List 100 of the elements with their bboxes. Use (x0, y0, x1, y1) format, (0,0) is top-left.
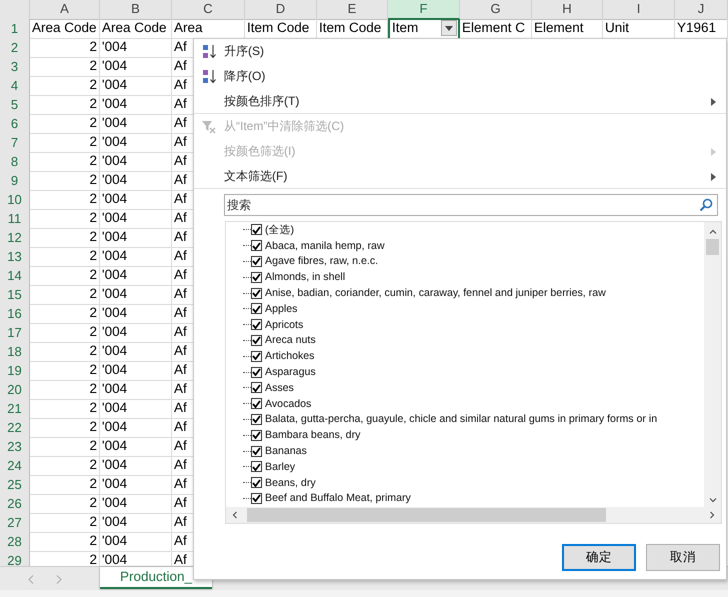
list-item[interactable]: Beef and Buffalo Meat, primary (243, 490, 704, 506)
row-header[interactable]: 10 (0, 190, 30, 210)
scroll-down-icon[interactable] (708, 498, 716, 503)
list-item[interactable]: (全选) (243, 222, 704, 238)
ok-button[interactable]: 确定 (562, 544, 636, 571)
sort-descending-icon (200, 68, 218, 84)
list-item[interactable]: Balata, gutta-percha, guayule, chicle and similar natural gums in primary forms or in (243, 412, 704, 428)
row-header[interactable]: 26 (0, 494, 30, 514)
checkbox[interactable] (251, 492, 262, 504)
checkbox[interactable] (251, 334, 262, 346)
list-item[interactable]: Bambara beans, dry (243, 427, 704, 444)
table-cell-text: Af (174, 57, 187, 75)
scroll-left-icon[interactable] (232, 511, 237, 519)
table-cell-text: 2 (89, 95, 97, 113)
row-header[interactable]: 21 (0, 399, 30, 419)
list-item[interactable]: Asses (243, 380, 704, 396)
table-cell-text: Af (174, 361, 187, 379)
column-header[interactable]: C (172, 0, 245, 20)
row-header[interactable]: 17 (0, 323, 30, 343)
checkbox[interactable] (251, 382, 262, 394)
row-header[interactable]: 20 (0, 380, 30, 400)
scroll-right-icon[interactable] (710, 511, 715, 519)
checkbox[interactable] (251, 430, 262, 441)
row-header[interactable]: 9 (0, 171, 30, 191)
row-header[interactable]: 25 (0, 475, 30, 495)
row-header[interactable]: 11 (0, 209, 30, 229)
checkbox[interactable] (251, 398, 262, 410)
list-item[interactable]: Apricots (243, 316, 704, 333)
column-header[interactable]: D (245, 0, 317, 20)
list-item[interactable]: Areca nuts (243, 332, 704, 348)
row-header[interactable]: 29 (0, 551, 30, 566)
checkbox[interactable] (251, 240, 262, 252)
menu-item[interactable]: 文本筛选(F) (194, 164, 726, 189)
menu-item[interactable]: 降序(O) (194, 64, 726, 89)
list-item[interactable]: Agave fibres, raw, n.e.c. (243, 254, 704, 270)
column-header[interactable]: H (532, 0, 603, 20)
table-cell-text: '004 (102, 171, 128, 189)
scroll-thumb[interactable] (706, 239, 719, 255)
list-item[interactable]: Abaca, manila hemp, raw (243, 238, 704, 254)
row-header[interactable]: 24 (0, 456, 30, 476)
row-header[interactable]: 4 (0, 76, 30, 96)
list-item[interactable]: Bananas (243, 443, 704, 459)
checkbox[interactable] (251, 477, 262, 488)
table-cell-text: '004 (102, 437, 128, 455)
row-header[interactable]: 15 (0, 285, 30, 305)
row-header[interactable]: 1 (0, 19, 30, 39)
list-item[interactable]: Asparagus (243, 364, 704, 380)
table-cell-text: 2 (89, 152, 97, 170)
column-header[interactable]: G (460, 0, 532, 20)
row-header[interactable]: 19 (0, 361, 30, 381)
column-header[interactable]: E (317, 0, 388, 20)
search-field[interactable]: 搜索 (224, 194, 718, 216)
list-item[interactable]: Artichokes (243, 348, 704, 364)
column-header[interactable]: F (388, 0, 460, 20)
checkbox[interactable] (251, 288, 262, 299)
menu-item[interactable]: 按颜色排序(T) (194, 89, 726, 114)
checkbox[interactable] (251, 414, 262, 425)
row-header[interactable]: 6 (0, 114, 30, 134)
row-header[interactable]: 2 (0, 38, 30, 58)
list-item[interactable]: Avocados (243, 396, 704, 412)
checkbox[interactable] (251, 224, 262, 236)
column-header[interactable]: B (100, 0, 172, 20)
checkbox[interactable] (251, 256, 262, 267)
list-item[interactable]: Anise, badian, coriander, cumin, caraway, fennel and juniper berries, raw (243, 285, 704, 301)
list-item[interactable]: Apples (243, 300, 704, 317)
list-item[interactable]: Barley (243, 458, 704, 475)
row-header[interactable]: 13 (0, 247, 30, 267)
checkbox[interactable] (251, 350, 262, 362)
row-header[interactable]: 16 (0, 304, 30, 324)
row-header[interactable]: 22 (0, 418, 30, 438)
sheet-tab[interactable]: Production_ (100, 567, 212, 589)
row-header[interactable]: 7 (0, 133, 30, 153)
menu-item[interactable]: 升序(S) (194, 39, 726, 64)
list-item[interactable]: Beans, dry (243, 474, 704, 491)
checkbox[interactable] (251, 303, 262, 314)
checkbox[interactable] (251, 366, 262, 378)
column-header[interactable]: I (603, 0, 675, 20)
row-header[interactable]: 18 (0, 342, 30, 362)
checkbox[interactable] (251, 446, 262, 457)
scroll-up-icon[interactable] (708, 229, 716, 234)
vertical-scrollbar[interactable] (704, 222, 721, 507)
cancel-button[interactable]: 取消 (646, 544, 720, 571)
checkbox[interactable] (251, 272, 262, 283)
table-cell-text: 2 (89, 418, 97, 436)
scroll-thumb[interactable] (247, 508, 606, 522)
row-header[interactable]: 5 (0, 95, 30, 115)
row-header[interactable]: 23 (0, 437, 30, 457)
checkbox[interactable] (251, 461, 262, 472)
list-item[interactable]: Almonds, in shell (243, 269, 704, 286)
row-header[interactable]: 3 (0, 57, 30, 77)
column-header[interactable]: A (30, 0, 100, 20)
column-header[interactable]: J (675, 0, 728, 20)
row-header[interactable]: 12 (0, 228, 30, 248)
checkbox[interactable] (251, 319, 262, 330)
row-header[interactable]: 28 (0, 532, 30, 552)
row-header[interactable]: 14 (0, 266, 30, 286)
horizontal-scrollbar[interactable] (226, 507, 721, 523)
row-header[interactable]: 27 (0, 513, 30, 533)
row-header[interactable]: 8 (0, 152, 30, 172)
filter-dropdown-button[interactable] (441, 20, 457, 36)
